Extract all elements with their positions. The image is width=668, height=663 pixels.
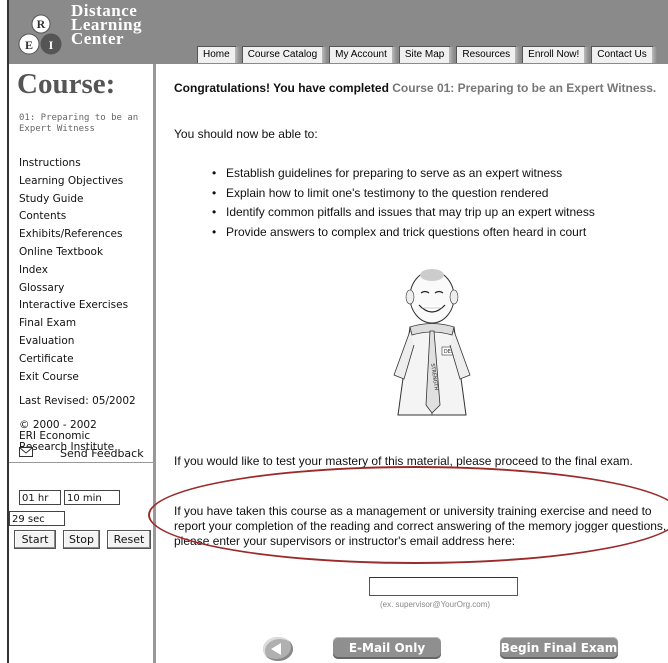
objective-item: Identify common pitfalls and issues that… bbox=[212, 203, 595, 223]
top-nav: Home Course Catalog My Account Site Map Reso… bbox=[197, 46, 659, 64]
nav-tab-home[interactable]: Home bbox=[197, 46, 240, 63]
sidebar-link-online-textbook[interactable]: Online Textbook bbox=[19, 244, 128, 262]
sidebar-link-study-guide[interactable]: Study Guide bbox=[19, 191, 128, 209]
sidebar-link-interactive-exercises[interactable]: Interactive Exercises bbox=[19, 297, 128, 315]
course-heading: Course: bbox=[17, 68, 116, 100]
sidebar-link-exit-course[interactable]: Exit Course bbox=[19, 369, 128, 387]
logo-emblem-icon: R E I bbox=[18, 14, 62, 55]
send-feedback-link[interactable]: Send Feedback bbox=[60, 447, 144, 460]
sidebar-link-exhibits-references[interactable]: Exhibits/References bbox=[19, 226, 128, 244]
completed-course-name: Course 01: Preparing to be an Expert Wit… bbox=[392, 81, 657, 95]
objectives-intro: You should now be able to: bbox=[174, 127, 318, 141]
sidebar-separator bbox=[9, 462, 153, 463]
logo[interactable]: R E I Distance Learning Center bbox=[9, 0, 190, 64]
svg-text:E: E bbox=[25, 38, 33, 52]
nav-tab-my-account[interactable]: My Account bbox=[329, 46, 397, 63]
congrats-text: Congratulations! You have completed bbox=[174, 81, 389, 95]
timer-hours-field[interactable]: 01 hr bbox=[19, 490, 61, 505]
begin-final-exam-button[interactable]: Begin Final Exam bbox=[500, 637, 618, 659]
timer-seconds-field[interactable]: 29 sec bbox=[9, 511, 65, 526]
email-hint: (ex. supervisor@YourOrg.com) bbox=[380, 600, 491, 609]
start-button[interactable]: Start bbox=[14, 530, 56, 549]
reset-button[interactable]: Reset bbox=[107, 530, 151, 549]
timer-minutes-field[interactable]: 10 min bbox=[64, 490, 120, 505]
envelope-icon[interactable] bbox=[19, 447, 33, 457]
smiling-man-illustration: STRENGTH DEK bbox=[393, 269, 471, 416]
objectives-list: Establish guidelines for preparing to se… bbox=[212, 164, 595, 243]
course-subtitle: 01: Preparing to be an Expert Witness bbox=[19, 113, 139, 134]
nav-tab-enroll-now[interactable]: Enroll Now! bbox=[522, 46, 590, 63]
objective-item: Explain how to limit one's testimony to … bbox=[212, 184, 595, 204]
nav-tab-site-map[interactable]: Site Map bbox=[398, 46, 455, 63]
nav-tab-contact-us[interactable]: Contact Us bbox=[591, 46, 658, 63]
logo-line-3: Center bbox=[71, 29, 125, 48]
sidebar-link-certificate[interactable]: Certificate bbox=[19, 351, 128, 369]
sidebar-link-contents[interactable]: Contents bbox=[19, 208, 128, 226]
sidebar-link-learning-objectives[interactable]: Learning Objectives bbox=[19, 173, 128, 191]
nav-tab-resources[interactable]: Resources bbox=[456, 46, 520, 63]
sidebar-link-index[interactable]: Index bbox=[19, 262, 128, 280]
back-arrow-icon[interactable] bbox=[263, 637, 293, 661]
svg-text:R: R bbox=[37, 17, 46, 31]
sidebar-link-final-exam[interactable]: Final Exam bbox=[19, 315, 128, 333]
sidebar-links: Instructions Learning Objectives Study Gui… bbox=[19, 155, 128, 386]
nav-tab-course-catalog[interactable]: Course Catalog bbox=[241, 46, 328, 63]
last-revised: Last Revised: 05/2002 bbox=[19, 395, 136, 407]
sidebar-link-evaluation[interactable]: Evaluation bbox=[19, 333, 128, 351]
highlight-oval bbox=[148, 466, 668, 564]
objective-item: Establish guidelines for preparing to se… bbox=[212, 164, 595, 184]
supervisor-email-input[interactable] bbox=[369, 577, 518, 596]
sidebar-link-instructions[interactable]: Instructions bbox=[19, 155, 128, 173]
email-only-button[interactable]: E-Mail Only bbox=[333, 637, 441, 659]
stop-button[interactable]: Stop bbox=[63, 530, 100, 549]
congrats-message: Congratulations! You have completed Cour… bbox=[174, 81, 668, 96]
svg-text:I: I bbox=[49, 38, 54, 52]
sidebar-link-glossary[interactable]: Glossary bbox=[19, 280, 128, 298]
logo-text: Distance Learning Center bbox=[71, 2, 142, 48]
objective-item: Provide answers to complex and trick que… bbox=[212, 223, 595, 243]
sidebar-divider bbox=[153, 64, 156, 663]
